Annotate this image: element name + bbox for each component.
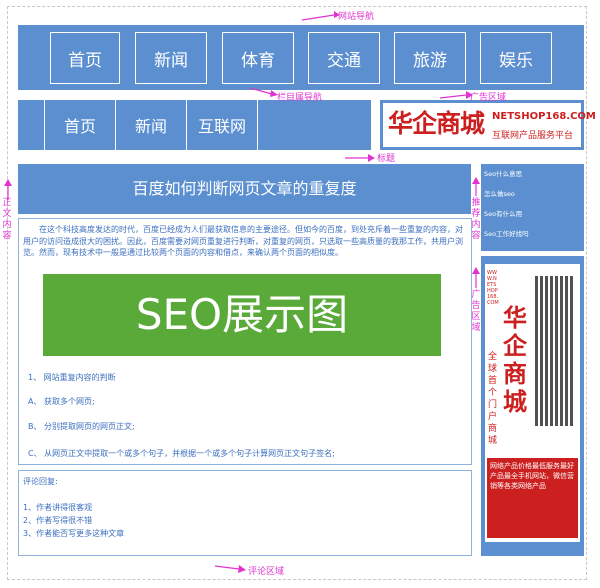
seo-image: SEO展示图 xyxy=(43,274,441,356)
ad-logo-text: 华企商城 xyxy=(388,109,485,138)
step-a: A、 获取多个网页; xyxy=(28,397,95,406)
comment-box xyxy=(18,470,472,556)
side-ad-bottom: 网络产品价格最低服务最好产品最全手机网站，微信营销等各类网络产品 xyxy=(487,458,578,538)
step-c: C、 从网页正文中提取一个或多个句子，并根据一个或多个句子计算网页正文句子签名; xyxy=(28,449,335,458)
ad-banner[interactable]: 华企商城 NETSHOP168.COM 互联网产品服务平台 xyxy=(380,100,596,150)
label-sub-nav: 栏目属导航 xyxy=(277,93,323,103)
label-site-nav: 网站导航 xyxy=(338,12,375,22)
side-ad-vertical-text: 华企商城 xyxy=(503,304,527,416)
nav-item-sports[interactable]: 体育 xyxy=(222,32,294,84)
subnav-divider xyxy=(257,100,258,150)
qr-code xyxy=(535,276,575,426)
comment-heading: 评论回复: xyxy=(23,477,58,486)
comment-item: 1、作者讲得很客观 xyxy=(23,503,93,512)
side-ad[interactable]: WWW.NETSHOP168.COM 华企商城 全球首个门户商城 网络产品价格最… xyxy=(481,256,584,556)
arrow-icon xyxy=(345,154,375,162)
arrow-icon xyxy=(301,11,340,21)
side-ad-domain: WWW.NETSHOP168.COM xyxy=(487,270,499,306)
recommend-item[interactable]: Seo什么意思 xyxy=(484,168,522,178)
step-b: B、 分别提取网页的网页正文; xyxy=(28,422,135,431)
side-ad-slogan: 全球首个门户商城 xyxy=(488,352,498,446)
recommend-item[interactable]: Seo有什么用 xyxy=(484,208,522,218)
step-1: 1、 网站重复内容的判断 xyxy=(28,373,116,382)
article-paragraph: 在这个科技高度发达的时代，百度已经成为人们最获取信息的主要途径。但如今的百度，到… xyxy=(23,225,463,257)
nav-item-traffic[interactable]: 交通 xyxy=(308,32,380,84)
subnav-item-home[interactable]: 首页 xyxy=(44,100,115,150)
arrow-icon xyxy=(439,91,473,99)
seo-image-text: SEO展示图 xyxy=(135,290,349,339)
label-ad-area: 广告区域 xyxy=(470,93,507,103)
label-comment-area: 评论区域 xyxy=(248,567,285,577)
subnav-item-internet[interactable]: 互联网 xyxy=(186,100,257,150)
label-ad-area-2: 广告区域 xyxy=(471,290,481,333)
nav-item-travel[interactable]: 旅游 xyxy=(394,32,466,84)
label-recommend: 推荐内容 xyxy=(471,198,481,241)
arrow-icon xyxy=(249,87,278,97)
label-title: 标题 xyxy=(377,154,396,164)
label-main-content: 正文内容 xyxy=(2,198,12,241)
comment-item: 2、作者写得很不错 xyxy=(23,516,93,525)
subnav-item-news[interactable]: 新闻 xyxy=(115,100,186,150)
arrow-icon xyxy=(472,267,480,288)
comment-item: 3、作者能否写更多这种文章 xyxy=(23,529,125,538)
article-title: 百度如何判断网页文章的重复度 xyxy=(132,179,357,198)
recommend-item[interactable]: 怎么做seo xyxy=(484,188,515,198)
arrow-icon xyxy=(214,565,246,573)
nav-item-home[interactable]: 首页 xyxy=(50,32,120,84)
recommend-item[interactable]: Seo工作好找吗 xyxy=(484,228,529,238)
ad-tagline: 互联网产品服务平台 xyxy=(492,131,574,141)
nav-item-news[interactable]: 新闻 xyxy=(135,32,207,84)
nav-item-entertainment[interactable]: 娱乐 xyxy=(480,32,552,84)
arrow-icon xyxy=(472,177,480,196)
ad-domain: NETSHOP168.COM xyxy=(492,111,596,122)
